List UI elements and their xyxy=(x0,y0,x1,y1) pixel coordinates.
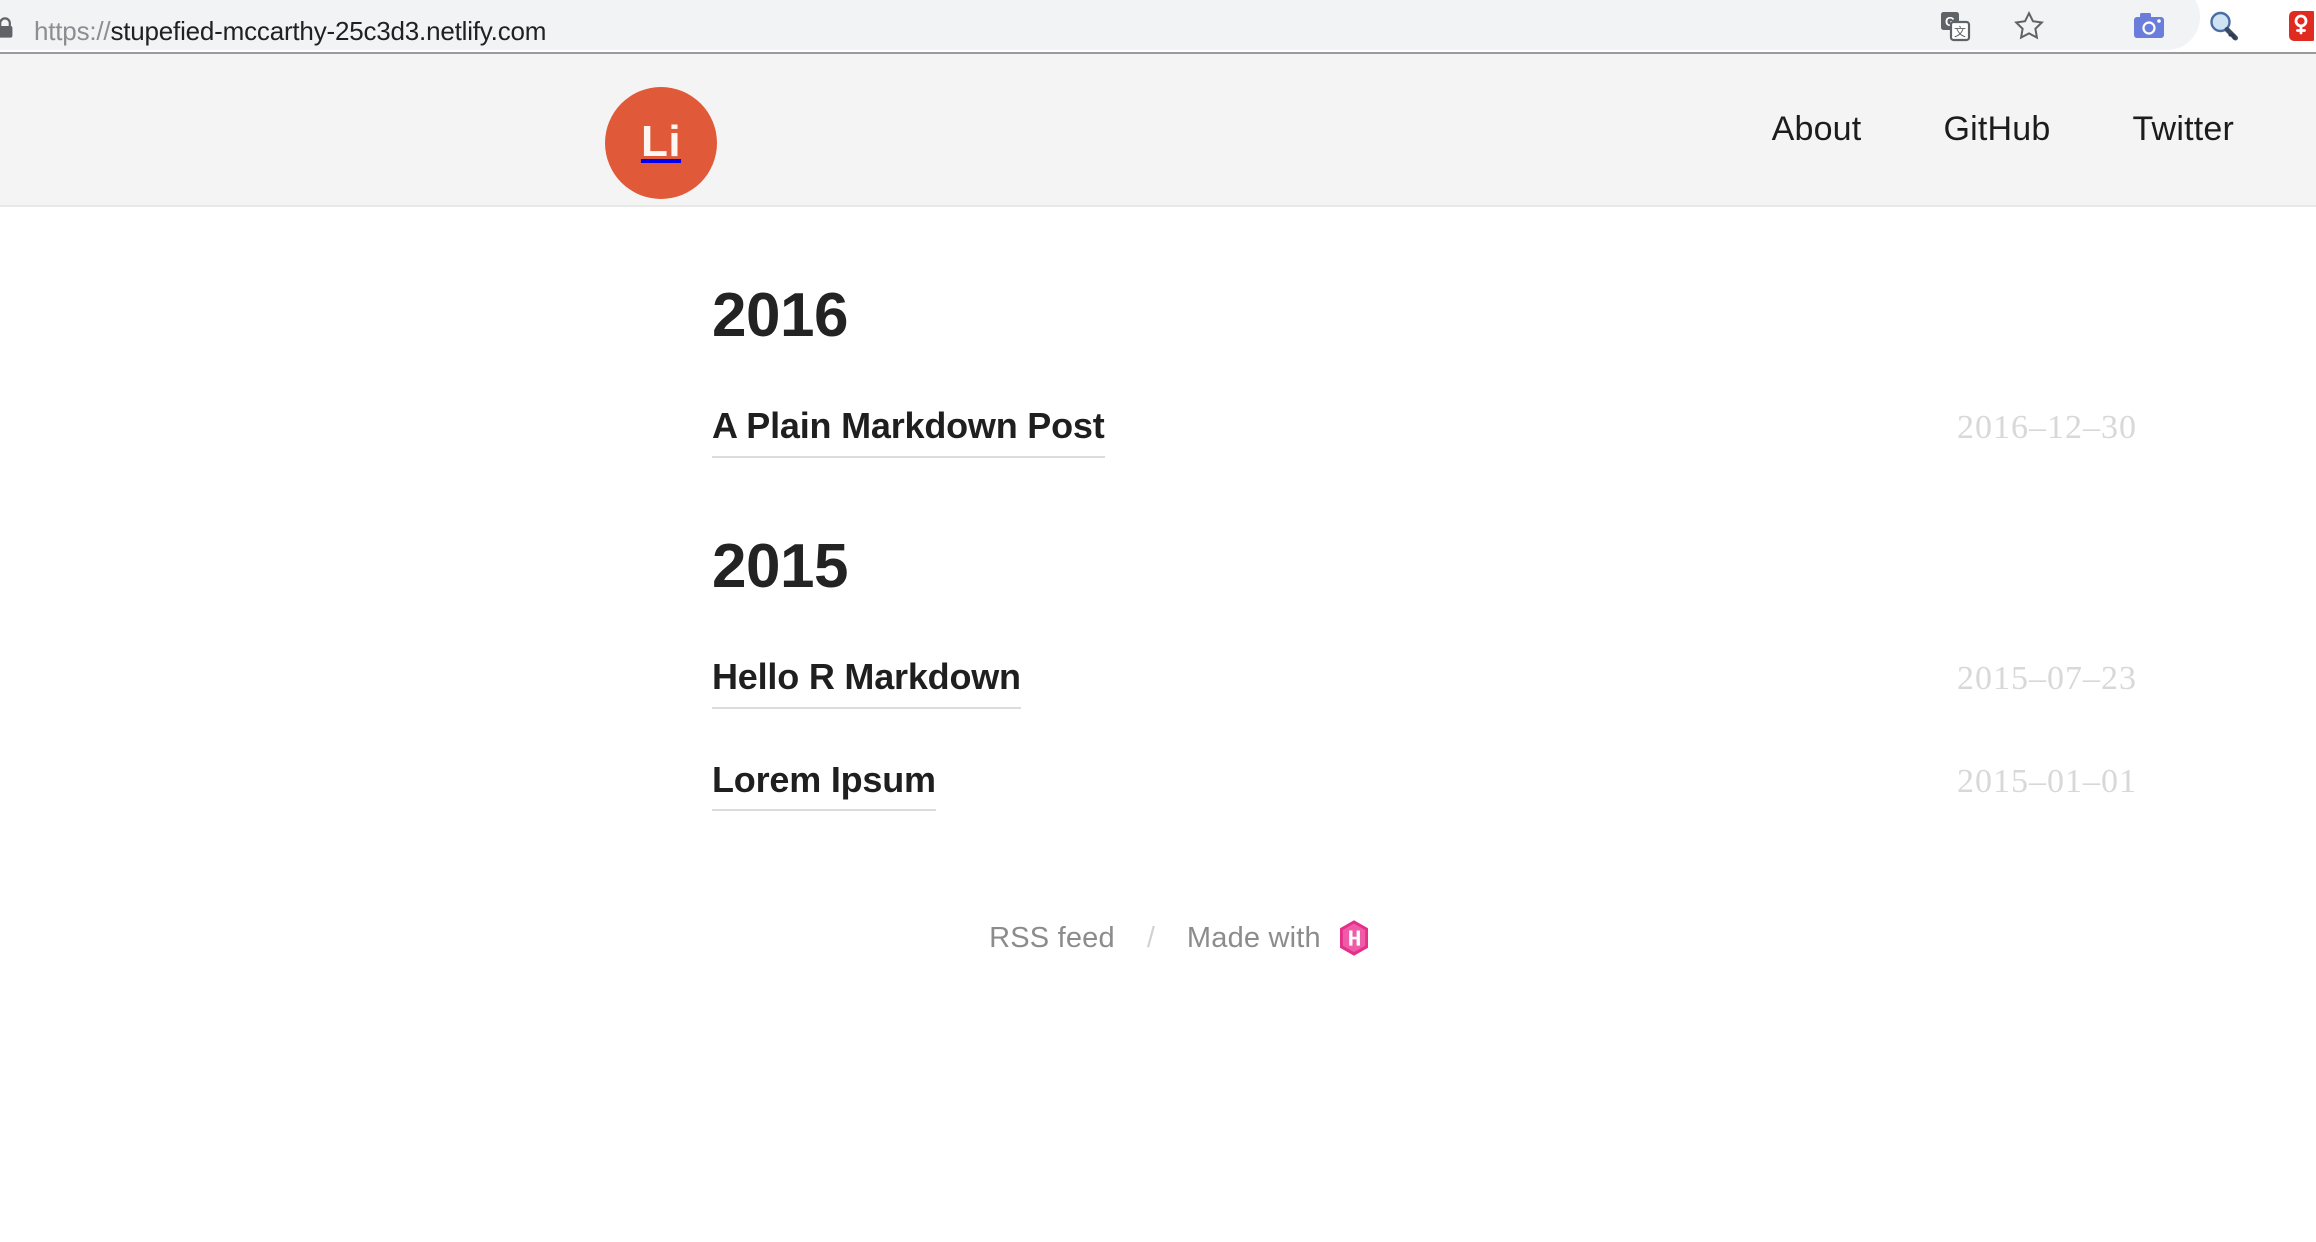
browser-actions: G 文 xyxy=(1938,0,2316,52)
url-text: https://stupefied-mccarthy-25c3d3.netlif… xyxy=(34,16,546,46)
nav-item-about[interactable]: About xyxy=(1772,110,1862,149)
browser-chrome: https://stupefied-mccarthy-25c3d3.netlif… xyxy=(0,0,2316,52)
bookmark-star-icon[interactable] xyxy=(2012,9,2046,43)
hugo-hexagon-icon[interactable] xyxy=(1337,919,1371,957)
site-logo[interactable]: Li xyxy=(605,87,717,199)
post-list-wrapper: 2016 A Plain Markdown Post 2016–12–30 20… xyxy=(712,281,2192,812)
url-scheme: https:// xyxy=(34,16,111,46)
url-host: stupefied-mccarthy-25c3d3.netlify.com xyxy=(110,16,547,46)
footer-separator: / xyxy=(1146,921,1155,954)
svg-text:文: 文 xyxy=(1954,24,1966,39)
post-item: A Plain Markdown Post 2016–12–30 xyxy=(712,407,2192,458)
post-item: Hello R Markdown 2015–07–23 xyxy=(712,657,2192,709)
post-date: 2015–01–01 xyxy=(1957,762,2137,800)
lock-icon xyxy=(0,17,14,39)
nav-item-github[interactable]: GitHub xyxy=(1943,110,2050,149)
google-translate-icon[interactable]: G 文 xyxy=(1938,9,1972,43)
magnifier-search-icon[interactable] xyxy=(2206,9,2240,43)
post-title-link[interactable]: Lorem Ipsum xyxy=(712,760,936,812)
red-extension-icon[interactable] xyxy=(2280,9,2316,43)
screenshot-camera-icon[interactable] xyxy=(2132,9,2166,43)
nav-item-twitter[interactable]: Twitter xyxy=(2132,110,2234,149)
address-bar[interactable]: https://stupefied-mccarthy-25c3d3.netlif… xyxy=(0,0,2200,50)
main-content: 2016 A Plain Markdown Post 2016–12–30 20… xyxy=(0,207,2316,957)
made-with-label: Made with xyxy=(1186,921,1321,954)
post-date: 2015–07–23 xyxy=(1957,659,2137,697)
site-logo-text: Li xyxy=(640,116,682,166)
post-date: 2016–12–30 xyxy=(1957,409,2137,446)
year-heading-2015: 2015 xyxy=(712,531,848,601)
post-item: Lorem Ipsum 2015–01–01 xyxy=(712,760,2192,812)
post-title-link[interactable]: A Plain Markdown Post xyxy=(712,407,1105,458)
year-heading-2016: 2016 xyxy=(712,281,848,350)
post-title-link[interactable]: Hello R Markdown xyxy=(712,657,1021,709)
site-header: Li About GitHub Twitter xyxy=(0,52,2316,207)
rss-feed-link[interactable]: RSS feed xyxy=(989,922,1115,955)
site-footer: RSS feed / Made with xyxy=(0,919,2316,957)
main-nav: About GitHub Twitter xyxy=(1772,54,2234,205)
